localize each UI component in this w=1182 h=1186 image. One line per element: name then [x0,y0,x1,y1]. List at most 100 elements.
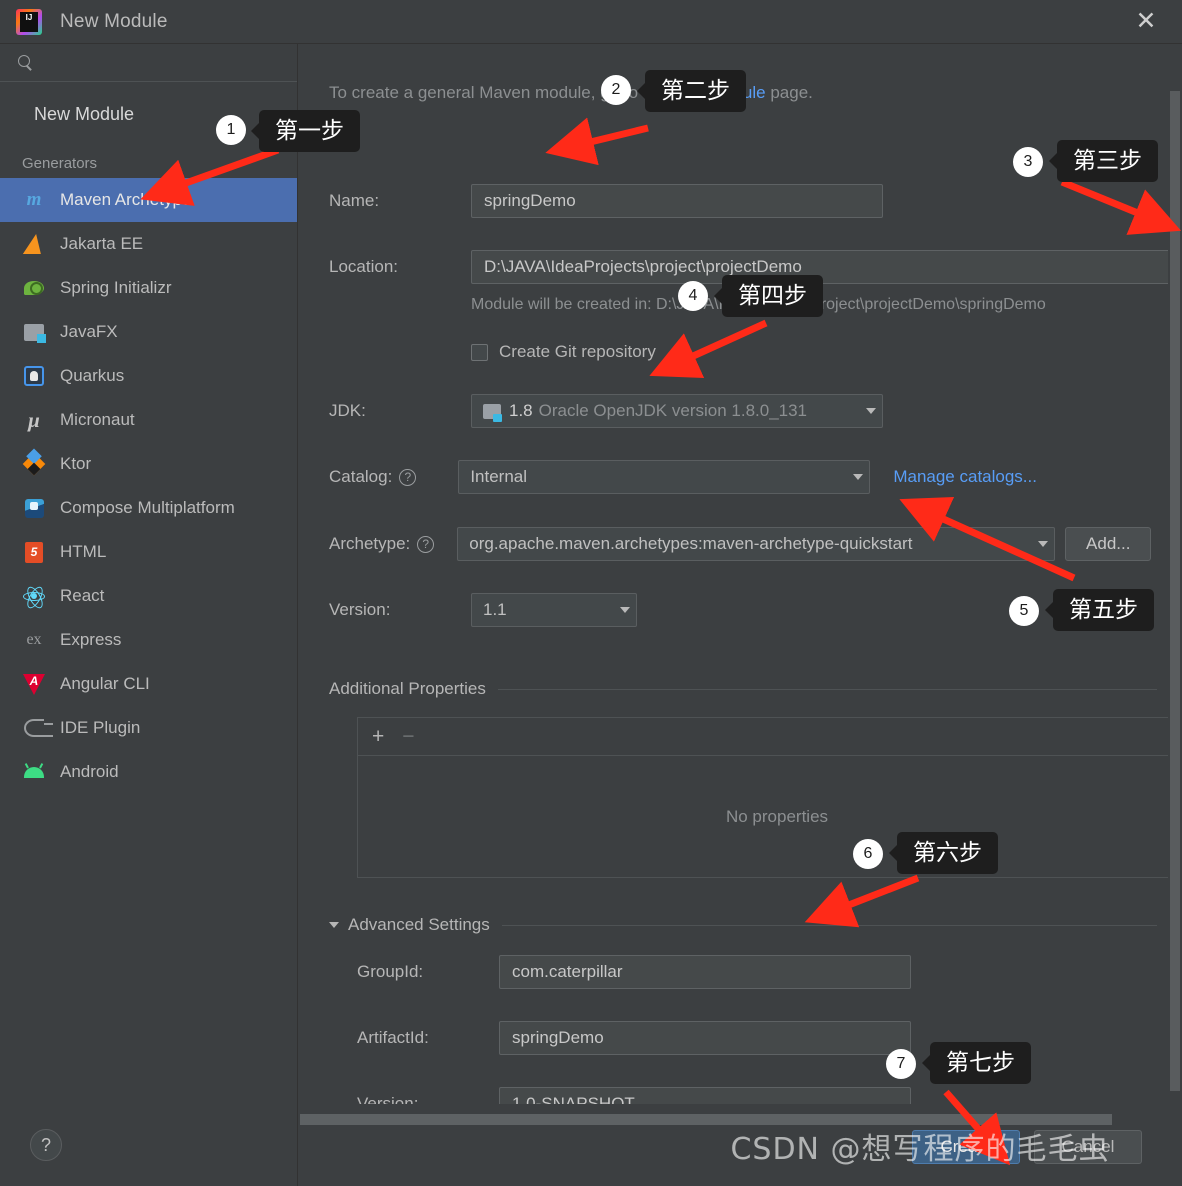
sidebar-item-micronaut[interactable]: μ Micronaut [0,398,297,442]
jakarta-ee-icon [22,232,46,256]
groupid-row: GroupId: com.caterpillar [357,955,911,989]
search-input[interactable] [0,44,297,82]
intellij-idea-logo-icon [16,8,42,35]
chevron-down-icon [853,474,864,480]
groupid-label: GroupId: [357,962,424,981]
step-badge-3: 3 [1013,147,1043,177]
express-icon: ex [26,631,42,648]
step-badge-6: 6 [853,839,883,869]
micronaut-icon: μ [28,407,40,432]
chevron-down-icon [1038,541,1049,547]
watermark: CSDN @想写程序的毛毛虫 [730,1132,1110,1167]
location-input[interactable]: D:\JAVA\IdeaProjects\project\projectDemo [471,250,1182,284]
catalog-select[interactable]: Internal [458,460,871,494]
checkbox-label: Create Git repository [499,342,656,361]
checkbox-box [471,343,488,361]
add-archetype-button[interactable]: Add... [1065,527,1152,561]
sidebar-item-react[interactable]: React [0,574,297,618]
advanced-settings-title: Advanced Settings [348,915,490,934]
name-row: Name: springDemo [329,184,883,218]
sidebar-item-label: Jakarta EE [60,234,144,253]
form-scroll-area: To create a general Maven module, go to … [299,45,1182,1104]
remove-property-icon: − [402,725,415,748]
jdk-description: Oracle OpenJDK version 1.8.0_131 [538,401,808,420]
sidebar-item-html[interactable]: 5 HTML [0,530,297,574]
step-callout-6: 第六步 [897,832,998,875]
quarkus-icon [22,364,46,388]
name-input[interactable]: springDemo [471,184,883,218]
additional-properties-header: Additional Properties [329,679,1157,699]
additional-properties-title: Additional Properties [329,679,486,698]
ide-plugin-icon [22,716,53,740]
sidebar-item-label: IDE Plugin [60,718,141,737]
name-label: Name: [329,191,380,210]
sidebar-item-label: JavaFX [60,322,118,341]
sidebar-item-maven-archetype[interactable]: m Maven Archetype [0,178,297,222]
archetype-help-icon[interactable]: ? [417,535,435,553]
step-callout-2: 第二步 [645,70,746,113]
section-divider [501,924,1157,926]
sidebar-item-quarkus[interactable]: Quarkus [0,354,297,398]
create-git-repository-checkbox[interactable]: Create Git repository [471,342,656,362]
artifactid-label: ArtifactId: [357,1028,429,1047]
sidebar: New Module Generators m Maven Archetype … [0,44,298,1186]
jdk-version: 1.8 [509,401,533,420]
archetype-label: Archetype: [329,534,411,553]
step-callout-1: 第一步 [259,110,360,153]
properties-toolbar: + − [358,718,1182,756]
catalog-label: Catalog: [329,467,393,486]
advanced-settings-header[interactable]: Advanced Settings [329,915,1157,935]
react-icon [22,584,46,608]
help-button[interactable]: ? [30,1129,62,1161]
chevron-down-icon [620,607,630,613]
sidebar-item-jakarta-ee[interactable]: Jakarta EE [0,222,297,266]
version-select[interactable]: 1.1 [471,593,637,627]
jdk-label: JDK: [329,401,366,420]
sidebar-item-angular-cli[interactable]: Angular CLI [0,662,297,706]
sidebar-item-android[interactable]: Android [0,750,297,794]
catalog-help-icon[interactable]: ? [399,468,417,486]
spring-icon [22,276,46,300]
sidebar-item-label: Quarkus [60,366,125,385]
sidebar-item-ktor[interactable]: Ktor [0,442,297,486]
close-icon[interactable]: ✕ [1132,8,1160,36]
html5-icon: 5 [22,540,46,564]
advanced-version-row: Version: 1.0-SNAPSHOT [357,1087,911,1104]
step-callout-5: 第五步 [1053,589,1154,632]
sidebar-item-label: HTML [60,542,107,561]
android-icon [22,760,46,784]
title-bar: New Module ✕ [0,0,1182,44]
catalog-row: Catalog: ? Internal Manage catalogs... [329,460,1037,494]
step-badge-7: 7 [886,1049,916,1079]
chevron-down-icon [329,922,339,928]
archetype-row: Archetype: ? org.apache.maven.archetypes… [329,527,1152,561]
sidebar-item-label: Spring Initializr [60,278,172,297]
javafx-icon [22,320,46,344]
step-badge-4: 4 [678,281,708,311]
sidebar-item-label: Angular CLI [60,674,150,693]
artifactid-input[interactable]: springDemo [499,1021,911,1055]
sidebar-item-express[interactable]: ex Express [0,618,297,662]
version-label: Version: [329,600,391,619]
groupid-input[interactable]: com.caterpillar [499,955,911,989]
step-callout-7: 第七步 [930,1042,1031,1085]
advanced-version-input[interactable]: 1.0-SNAPSHOT [499,1087,911,1104]
vertical-scrollbar-thumb[interactable] [1170,91,1180,1091]
version-value: 1.1 [483,600,507,619]
sidebar-item-ide-plugin[interactable]: IDE Plugin [0,706,297,750]
sidebar-item-compose-multiplatform[interactable]: Compose Multiplatform [0,486,297,530]
jdk-select[interactable]: 1.8 Oracle OpenJDK version 1.8.0_131 [471,394,883,428]
vertical-scrollbar[interactable] [1168,91,1182,1102]
additional-properties-box: + − No properties [357,717,1182,878]
location-label: Location: [329,257,398,276]
archetype-version-row: Version: 1.1 [329,593,637,627]
manage-catalogs-link[interactable]: Manage catalogs... [893,467,1037,487]
add-property-icon[interactable]: + [372,726,384,747]
sidebar-item-spring-initializr[interactable]: Spring Initializr [0,266,297,310]
jdk-folder-icon [483,403,502,422]
intro-suffix: page. [765,83,813,102]
archetype-select[interactable]: org.apache.maven.archetypes:maven-archet… [457,527,1056,561]
sidebar-item-javafx[interactable]: JavaFX [0,310,297,354]
step-badge-2: 2 [601,75,631,105]
section-divider [497,688,1157,690]
